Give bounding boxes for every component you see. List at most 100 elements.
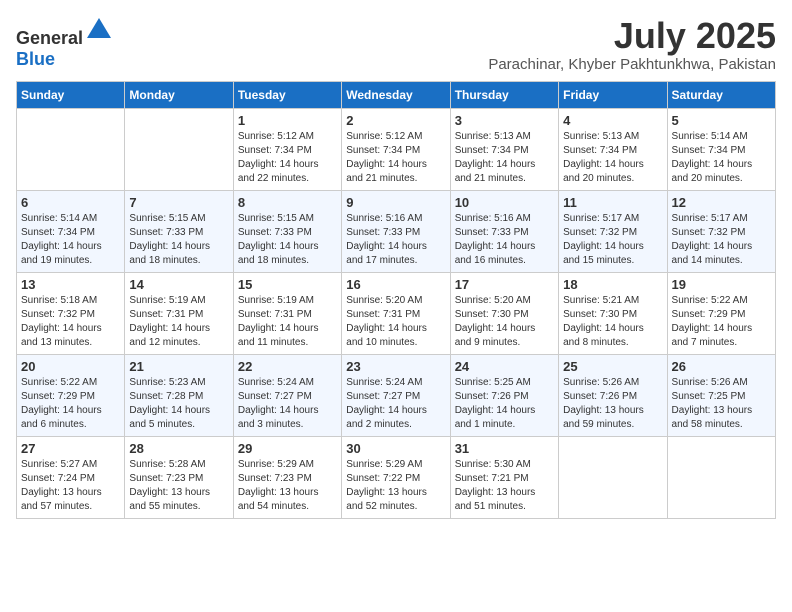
header-friday: Friday	[559, 81, 667, 108]
cell-info: Sunrise: 5:20 AM Sunset: 7:31 PM Dayligh…	[346, 294, 445, 350]
table-row: 9Sunrise: 5:16 AM Sunset: 7:33 PM Daylig…	[342, 190, 450, 272]
cell-info: Sunrise: 5:27 AM Sunset: 7:24 PM Dayligh…	[21, 458, 120, 514]
cell-info: Sunrise: 5:17 AM Sunset: 7:32 PM Dayligh…	[563, 212, 662, 268]
header-tuesday: Tuesday	[233, 81, 341, 108]
day-number: 31	[455, 441, 554, 456]
cell-info: Sunrise: 5:15 AM Sunset: 7:33 PM Dayligh…	[129, 212, 228, 268]
calendar-week-row: 20 Sunrise: 5:22 AM Sunset: 7:29 PM Dayli…	[17, 354, 776, 436]
day-number: 15	[238, 277, 337, 292]
cell-info: Sunrise: 5:19 AM Sunset: 7:31 PM Dayligh…	[238, 294, 337, 350]
calendar-table: Sunday Monday Tuesday Wednesday Thursday…	[16, 81, 776, 519]
table-row: 17Sunrise: 5:20 AM Sunset: 7:30 PM Dayli…	[450, 272, 558, 354]
table-row: 11 Sunrise: 5:17 AM Sunset: 7:32 PM Dayli…	[559, 190, 667, 272]
day-number: 4	[563, 113, 662, 128]
cell-info: Sunrise: 5:22 AM Sunset: 7:29 PM Dayligh…	[21, 376, 120, 432]
cell-info: Sunrise: 5:14 AM Sunset: 7:34 PM Dayligh…	[21, 212, 120, 268]
day-number: 13	[21, 277, 120, 292]
logo-text-general: General	[16, 28, 83, 48]
day-number: 25	[563, 359, 662, 374]
day-number: 19	[672, 277, 771, 292]
day-number: 12	[672, 195, 771, 210]
table-row: 19 Sunrise: 5:22 AM Sunset: 7:29 PM Dayli…	[667, 272, 775, 354]
table-row: 3Sunrise: 5:13 AM Sunset: 7:34 PM Daylig…	[450, 108, 558, 190]
cell-info: Sunrise: 5:12 AM Sunset: 7:34 PM Dayligh…	[238, 130, 337, 186]
cell-info: Sunrise: 5:24 AM Sunset: 7:27 PM Dayligh…	[238, 376, 337, 432]
table-row	[125, 108, 233, 190]
table-row: 22 Sunrise: 5:24 AM Sunset: 7:27 PM Dayli…	[233, 354, 341, 436]
calendar-week-row: 13 Sunrise: 5:18 AM Sunset: 7:32 PM Dayli…	[17, 272, 776, 354]
cell-info: Sunrise: 5:18 AM Sunset: 7:32 PM Dayligh…	[21, 294, 120, 350]
table-row: 24 Sunrise: 5:25 AM Sunset: 7:26 PM Dayli…	[450, 354, 558, 436]
day-number: 10	[455, 195, 554, 210]
table-row: 23 Sunrise: 5:24 AM Sunset: 7:27 PM Dayli…	[342, 354, 450, 436]
cell-info: Sunrise: 5:29 AM Sunset: 7:22 PM Dayligh…	[346, 458, 445, 514]
calendar-week-row: 6 Sunrise: 5:14 AM Sunset: 7:34 PM Daylig…	[17, 190, 776, 272]
title-block: July 2025 Parachinar, Khyber Pakhtunkhwa…	[488, 16, 776, 73]
day-number: 21	[129, 359, 228, 374]
cell-info: Sunrise: 5:16 AM Sunset: 7:33 PM Dayligh…	[455, 212, 554, 268]
day-number: 11	[563, 195, 662, 210]
day-number: 1	[238, 113, 337, 128]
table-row	[17, 108, 125, 190]
cell-info: Sunrise: 5:13 AM Sunset: 7:34 PM Dayligh…	[563, 130, 662, 186]
day-number: 2	[346, 113, 445, 128]
table-row: 25Sunrise: 5:26 AM Sunset: 7:26 PM Dayli…	[559, 354, 667, 436]
table-row: 31 Sunrise: 5:30 AM Sunset: 7:21 PM Dayli…	[450, 436, 558, 518]
logo: General Blue	[16, 16, 113, 70]
day-number: 28	[129, 441, 228, 456]
day-number: 24	[455, 359, 554, 374]
day-number: 16	[346, 277, 445, 292]
day-number: 14	[129, 277, 228, 292]
calendar-week-row: 27 Sunrise: 5:27 AM Sunset: 7:24 PM Dayli…	[17, 436, 776, 518]
table-row: 8Sunrise: 5:15 AM Sunset: 7:33 PM Daylig…	[233, 190, 341, 272]
day-number: 7	[129, 195, 228, 210]
day-number: 22	[238, 359, 337, 374]
table-row: 15 Sunrise: 5:19 AM Sunset: 7:31 PM Dayli…	[233, 272, 341, 354]
cell-info: Sunrise: 5:16 AM Sunset: 7:33 PM Dayligh…	[346, 212, 445, 268]
cell-info: Sunrise: 5:24 AM Sunset: 7:27 PM Dayligh…	[346, 376, 445, 432]
day-number: 20	[21, 359, 120, 374]
table-row: 10 Sunrise: 5:16 AM Sunset: 7:33 PM Dayli…	[450, 190, 558, 272]
table-row: 13 Sunrise: 5:18 AM Sunset: 7:32 PM Dayli…	[17, 272, 125, 354]
table-row	[559, 436, 667, 518]
table-row	[667, 436, 775, 518]
table-row: 14 Sunrise: 5:19 AM Sunset: 7:31 PM Dayli…	[125, 272, 233, 354]
table-row: 5Sunrise: 5:14 AM Sunset: 7:34 PM Daylig…	[667, 108, 775, 190]
cell-info: Sunrise: 5:19 AM Sunset: 7:31 PM Dayligh…	[129, 294, 228, 350]
cell-info: Sunrise: 5:28 AM Sunset: 7:23 PM Dayligh…	[129, 458, 228, 514]
table-row: 20 Sunrise: 5:22 AM Sunset: 7:29 PM Dayli…	[17, 354, 125, 436]
cell-info: Sunrise: 5:12 AM Sunset: 7:34 PM Dayligh…	[346, 130, 445, 186]
table-row: 1 Sunrise: 5:12 AM Sunset: 7:34 PM Daylig…	[233, 108, 341, 190]
table-row: 7 Sunrise: 5:15 AM Sunset: 7:33 PM Daylig…	[125, 190, 233, 272]
cell-info: Sunrise: 5:26 AM Sunset: 7:25 PM Dayligh…	[672, 376, 771, 432]
cell-info: Sunrise: 5:15 AM Sunset: 7:33 PM Dayligh…	[238, 212, 337, 268]
day-number: 3	[455, 113, 554, 128]
table-row: 4 Sunrise: 5:13 AM Sunset: 7:34 PM Daylig…	[559, 108, 667, 190]
day-number: 6	[21, 195, 120, 210]
day-number: 23	[346, 359, 445, 374]
cell-info: Sunrise: 5:22 AM Sunset: 7:29 PM Dayligh…	[672, 294, 771, 350]
page-header: General Blue July 2025 Parachinar, Khybe…	[16, 16, 776, 73]
day-number: 26	[672, 359, 771, 374]
day-number: 17	[455, 277, 554, 292]
header-thursday: Thursday	[450, 81, 558, 108]
header-wednesday: Wednesday	[342, 81, 450, 108]
day-number: 27	[21, 441, 120, 456]
table-row: 21Sunrise: 5:23 AM Sunset: 7:28 PM Dayli…	[125, 354, 233, 436]
cell-info: Sunrise: 5:21 AM Sunset: 7:30 PM Dayligh…	[563, 294, 662, 350]
cell-info: Sunrise: 5:14 AM Sunset: 7:34 PM Dayligh…	[672, 130, 771, 186]
header-saturday: Saturday	[667, 81, 775, 108]
location-title: Parachinar, Khyber Pakhtunkhwa, Pakistan	[488, 56, 776, 73]
calendar-week-row: 1 Sunrise: 5:12 AM Sunset: 7:34 PM Daylig…	[17, 108, 776, 190]
table-row: 18Sunrise: 5:21 AM Sunset: 7:30 PM Dayli…	[559, 272, 667, 354]
day-number: 30	[346, 441, 445, 456]
cell-info: Sunrise: 5:17 AM Sunset: 7:32 PM Dayligh…	[672, 212, 771, 268]
header-monday: Monday	[125, 81, 233, 108]
cell-info: Sunrise: 5:30 AM Sunset: 7:21 PM Dayligh…	[455, 458, 554, 514]
cell-info: Sunrise: 5:25 AM Sunset: 7:26 PM Dayligh…	[455, 376, 554, 432]
calendar-header-row: Sunday Monday Tuesday Wednesday Thursday…	[17, 81, 776, 108]
table-row: 26 Sunrise: 5:26 AM Sunset: 7:25 PM Dayli…	[667, 354, 775, 436]
logo-icon	[85, 16, 113, 44]
table-row: 2 Sunrise: 5:12 AM Sunset: 7:34 PM Daylig…	[342, 108, 450, 190]
day-number: 29	[238, 441, 337, 456]
